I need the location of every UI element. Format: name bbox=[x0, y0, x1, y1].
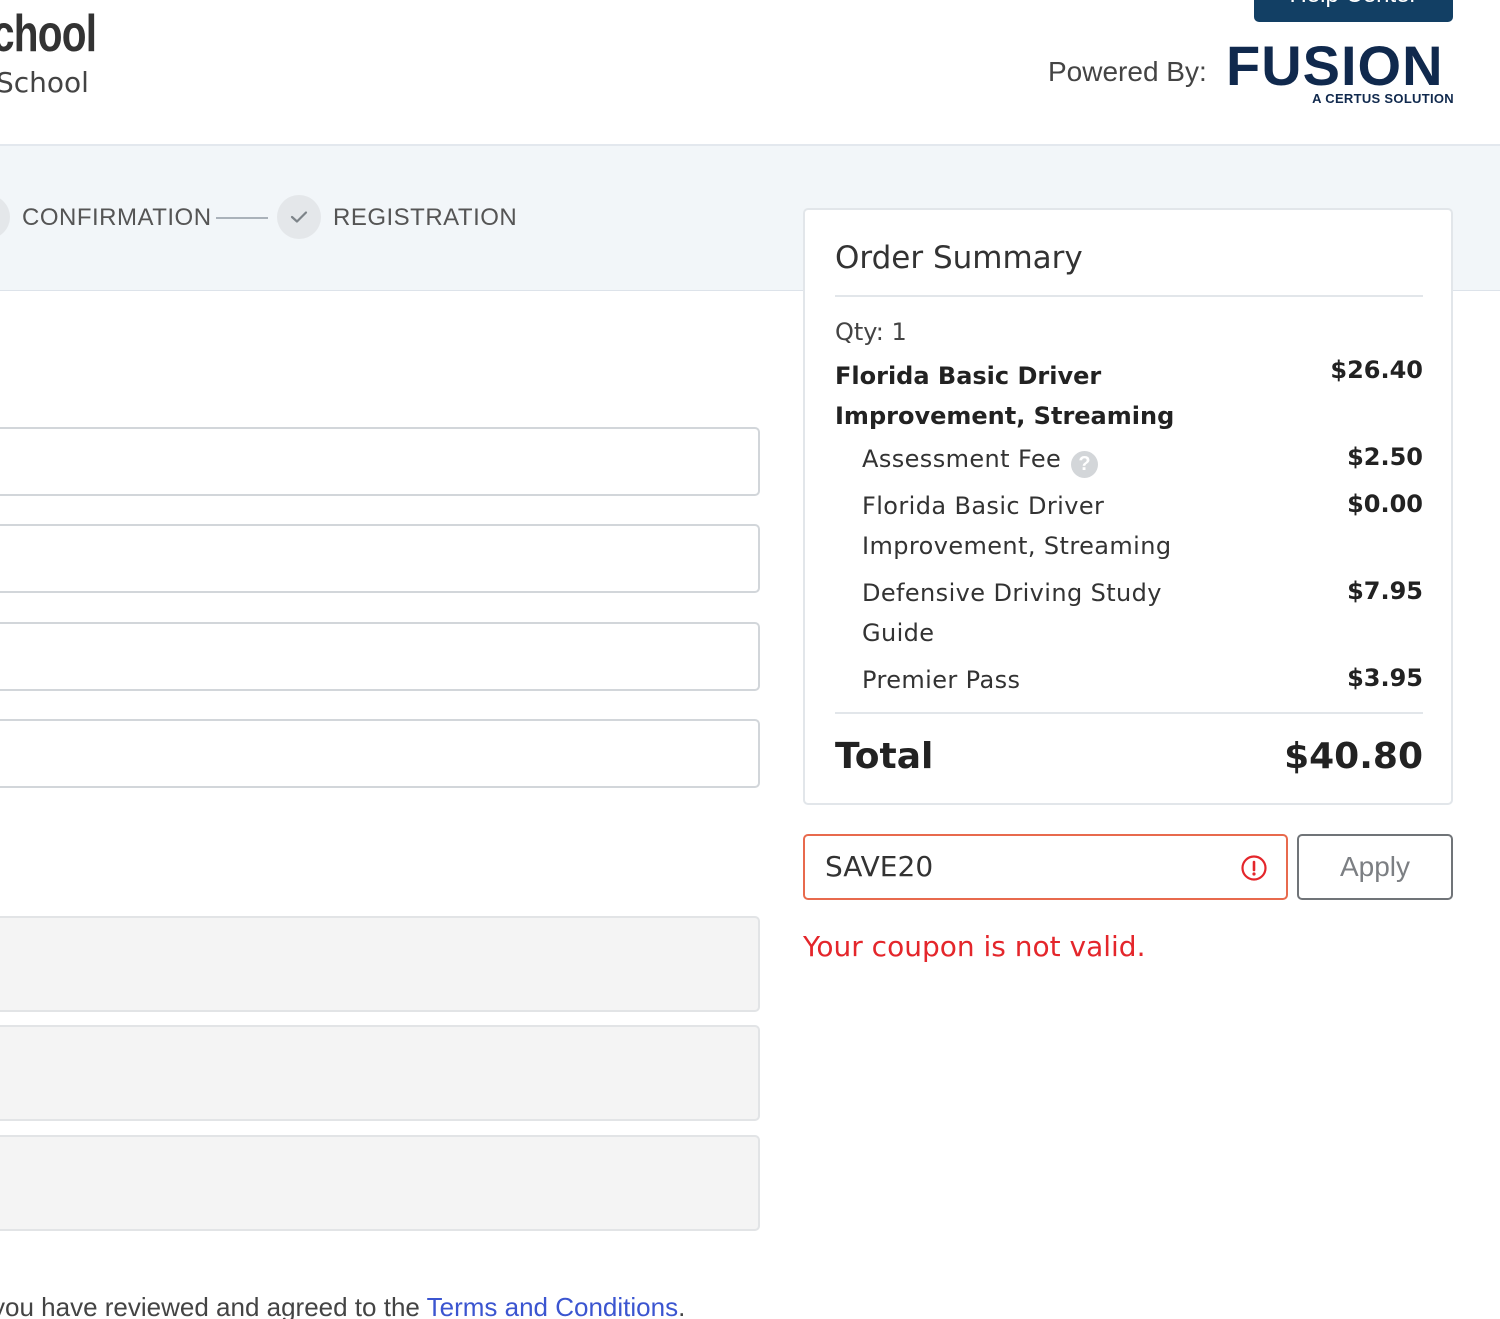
powered-by-label: Powered By: bbox=[1048, 56, 1207, 87]
sub-item-course-price: $0.00 bbox=[1347, 490, 1423, 518]
sub-item-study-guide: Defensive Driving Study Guide bbox=[862, 579, 1162, 647]
order-summary-card: Order Summary Qty: 1 Florida Basic Drive… bbox=[803, 208, 1453, 805]
question-circle-icon[interactable]: ? bbox=[1071, 451, 1099, 478]
terms-agreement-text: you have reviewed and agreed to the Term… bbox=[0, 1292, 685, 1319]
disabled-field-1 bbox=[0, 916, 760, 1012]
checkout-page: chool School Help Center Powered By: FUS… bbox=[0, 0, 1500, 1319]
form-input-2[interactable] bbox=[0, 524, 760, 593]
terms-agreement-period: . bbox=[678, 1292, 686, 1319]
school-brand-title: chool bbox=[0, 5, 97, 63]
sub-item-assessment-fee-price: $2.50 bbox=[1347, 443, 1423, 471]
checkmark-icon bbox=[277, 195, 321, 239]
main-item-name: Florida Basic Driver Improvement, Stream… bbox=[835, 362, 1175, 430]
step-confirmation-label: CONFIRMATION bbox=[22, 204, 212, 231]
sub-item-premier-pass: Premier Pass bbox=[862, 666, 1021, 694]
form-input-4[interactable] bbox=[0, 719, 760, 788]
school-brand-subtitle: School bbox=[0, 66, 89, 99]
order-qty: Qty: 1 bbox=[835, 318, 907, 346]
step-circle-icon bbox=[0, 195, 10, 239]
sub-item-course: Florida Basic Driver Improvement, Stream… bbox=[862, 492, 1172, 560]
total-value: $40.80 bbox=[1284, 736, 1423, 777]
form-input-3[interactable] bbox=[0, 622, 760, 691]
coupon-code-value: SAVE20 bbox=[825, 850, 934, 883]
help-center-button[interactable]: Help Center bbox=[1254, 0, 1453, 22]
site-header: chool School Help Center Powered By: FUS… bbox=[0, 0, 1500, 146]
summary-divider bbox=[835, 295, 1423, 297]
apply-coupon-button[interactable]: Apply bbox=[1297, 834, 1453, 900]
form-input-1[interactable] bbox=[0, 427, 760, 496]
coupon-code-input[interactable]: SAVE20 bbox=[803, 834, 1288, 900]
total-label: Total bbox=[835, 736, 934, 777]
main-item-price: $26.40 bbox=[1330, 356, 1423, 384]
fusion-logo-word: FUSION bbox=[1226, 34, 1444, 97]
sub-item-assessment-fee-label: Assessment Fee bbox=[862, 445, 1062, 473]
order-summary-title: Order Summary bbox=[835, 240, 1083, 276]
sub-item-premier-pass-price: $3.95 bbox=[1347, 664, 1423, 692]
terms-and-conditions-link[interactable]: Terms and Conditions bbox=[427, 1292, 678, 1319]
terms-agreement-prefix: you have reviewed and agreed to the bbox=[0, 1292, 427, 1319]
step-registration-label: REGISTRATION bbox=[333, 204, 518, 231]
disabled-field-2 bbox=[0, 1025, 760, 1121]
step-connector bbox=[216, 217, 268, 219]
fusion-logo-tagline: A CERTUS SOLUTION bbox=[1312, 91, 1454, 106]
disabled-field-3 bbox=[0, 1135, 760, 1231]
summary-divider bbox=[835, 712, 1423, 714]
sub-item-study-guide-price: $7.95 bbox=[1347, 577, 1423, 605]
sub-item-assessment-fee: Assessment Fee? bbox=[862, 439, 1202, 479]
fusion-logo: FUSION A CERTUS SOLUTION bbox=[1226, 36, 1456, 108]
coupon-error-message: Your coupon is not valid. bbox=[803, 930, 1146, 963]
error-exclamation-icon bbox=[1241, 855, 1267, 881]
